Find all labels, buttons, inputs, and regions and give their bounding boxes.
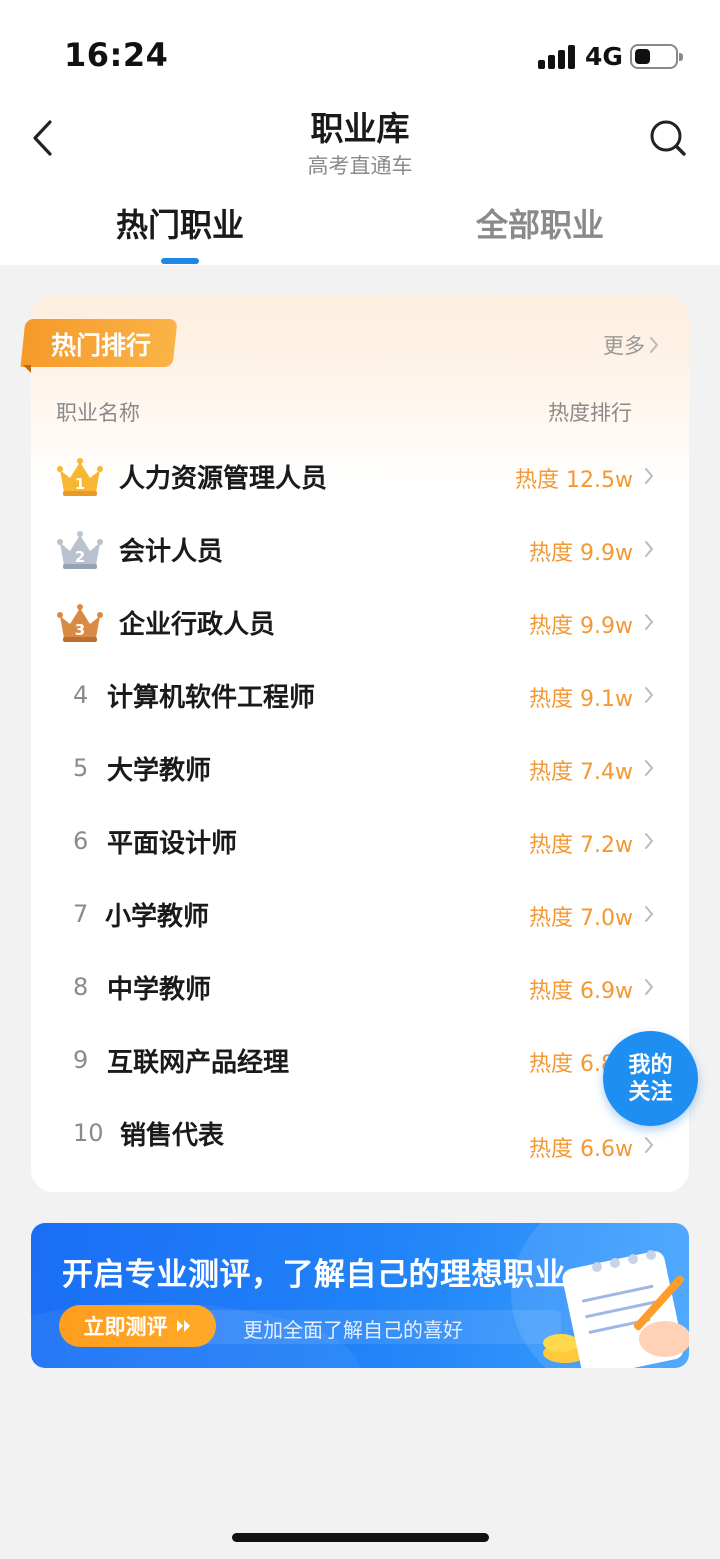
career-name: 小学教师 bbox=[105, 902, 210, 932]
top-header: 16:24 4G 职业库 高考直通车 热门职业 全部职业 bbox=[0, 0, 720, 265]
column-header-name: 职业名称 bbox=[56, 401, 140, 425]
rank-number: 4 bbox=[73, 681, 89, 709]
heat-value: 热度 9.1w bbox=[529, 687, 633, 712]
fab-label-line2: 关注 bbox=[628, 1079, 673, 1105]
rank-number: 9 bbox=[73, 1046, 89, 1074]
more-link[interactable]: 更多 bbox=[603, 330, 659, 360]
tab-hot-careers[interactable]: 热门职业 bbox=[80, 200, 280, 246]
active-tab-indicator bbox=[161, 258, 199, 264]
heat-value: 热度 6.6w bbox=[529, 1137, 633, 1162]
chevron-right-icon bbox=[645, 468, 653, 484]
chevron-right-icon bbox=[645, 1137, 653, 1153]
rank-number: 10 bbox=[73, 1119, 104, 1147]
ranking-row[interactable]: 6 平面设计师 热度 7.2w bbox=[31, 813, 689, 873]
network-type: 4G bbox=[585, 42, 623, 71]
column-header-rank: 热度排行 bbox=[548, 401, 632, 425]
banner-title: 开启专业测评，了解自己的理想职业 bbox=[62, 1257, 566, 1293]
heat-value: 热度 7.0w bbox=[529, 906, 633, 931]
fab-label-line1: 我的 bbox=[628, 1052, 673, 1078]
ranking-row[interactable]: 10 销售代表 热度 6.6w bbox=[31, 1105, 689, 1175]
heat-value: 热度 7.2w bbox=[529, 833, 633, 858]
heat-value: 热度 12.5w bbox=[515, 468, 633, 493]
start-assessment-button[interactable]: 立即测评 bbox=[59, 1305, 216, 1347]
heat-value: 热度 7.4w bbox=[529, 760, 633, 785]
hot-ranking-card: 热门排行 更多 职业名称 热度排行 1 人力资源管理人员 热度 12.5w 2 … bbox=[20, 296, 689, 1192]
rank-number: 6 bbox=[73, 827, 89, 855]
svg-text:3: 3 bbox=[75, 621, 85, 639]
ranking-row[interactable]: 4 计算机软件工程师 热度 9.1w bbox=[31, 667, 689, 727]
ranking-row[interactable]: 3 企业行政人员 热度 9.9w bbox=[31, 594, 689, 654]
banner-subtitle: 更加全面了解自己的喜好 bbox=[243, 1318, 463, 1342]
page-subtitle: 高考直通车 bbox=[307, 154, 413, 178]
home-indicator bbox=[232, 1533, 489, 1542]
chevron-right-icon bbox=[645, 760, 653, 776]
assessment-banner[interactable]: 开启专业测评，了解自己的理想职业 立即测评 更加全面了解自己的喜好 bbox=[31, 1223, 689, 1368]
heat-value: 热度 9.9w bbox=[529, 614, 633, 639]
svg-text:1: 1 bbox=[75, 475, 85, 493]
tab-all-careers[interactable]: 全部职业 bbox=[440, 200, 640, 246]
career-name: 人力资源管理人员 bbox=[119, 464, 328, 494]
notepad-pencil-illustration bbox=[543, 1250, 689, 1368]
chevron-right-icon bbox=[650, 337, 658, 353]
chevron-right-icon bbox=[645, 614, 653, 630]
ranking-row[interactable]: 8 中学教师 热度 6.9w bbox=[31, 959, 689, 1019]
ribbon-fold bbox=[23, 365, 31, 373]
career-name: 企业行政人员 bbox=[119, 610, 276, 640]
rank-number: 8 bbox=[73, 973, 89, 1001]
career-name: 平面设计师 bbox=[107, 829, 238, 859]
more-text: 更多 bbox=[603, 334, 645, 358]
signal-icon bbox=[538, 45, 576, 69]
chevron-right-icon bbox=[645, 541, 653, 557]
search-icon bbox=[650, 120, 686, 156]
battery-icon bbox=[630, 44, 683, 69]
silver-crown-icon: 2 bbox=[57, 531, 103, 569]
ranking-row[interactable]: 7 小学教师 热度 7.0w bbox=[31, 886, 689, 946]
bronze-crown-icon: 3 bbox=[57, 604, 103, 642]
rank-number: 7 bbox=[73, 900, 89, 928]
career-name: 大学教师 bbox=[107, 756, 212, 786]
gold-crown-icon: 1 bbox=[57, 458, 103, 496]
ranking-row[interactable]: 2 会计人员 热度 9.9w bbox=[31, 521, 689, 581]
rank-number: 5 bbox=[73, 754, 89, 782]
heat-value: 热度 6.9w bbox=[529, 979, 633, 1004]
ranking-row[interactable]: 1 人力资源管理人员 热度 12.5w bbox=[31, 448, 689, 508]
chevron-right-icon bbox=[645, 979, 653, 995]
career-name: 中学教师 bbox=[107, 975, 212, 1005]
career-name: 会计人员 bbox=[119, 537, 224, 567]
page-title: 职业库 bbox=[310, 109, 410, 148]
cta-label: 立即测评 bbox=[83, 1315, 168, 1339]
ranking-label: 热门排行 bbox=[50, 331, 151, 360]
chevron-right-icon bbox=[645, 687, 653, 703]
my-follows-button[interactable]: 我的 关注 bbox=[603, 1031, 698, 1126]
double-chevron-right-icon bbox=[176, 1320, 190, 1332]
ranking-row[interactable]: 5 大学教师 热度 7.4w bbox=[31, 740, 689, 800]
search-button[interactable] bbox=[644, 114, 692, 162]
career-name: 互联网产品经理 bbox=[107, 1048, 290, 1078]
status-bar: 16:24 4G bbox=[0, 0, 720, 100]
chevron-right-icon bbox=[645, 906, 653, 922]
career-name: 计算机软件工程师 bbox=[107, 683, 316, 713]
svg-text:2: 2 bbox=[75, 548, 85, 566]
chevron-right-icon bbox=[645, 833, 653, 849]
heat-value: 热度 9.9w bbox=[529, 541, 633, 566]
career-name: 销售代表 bbox=[120, 1121, 225, 1151]
ranking-row[interactable]: 9 互联网产品经理 热度 6.8w bbox=[31, 1032, 689, 1092]
status-time: 16:24 bbox=[64, 36, 169, 74]
